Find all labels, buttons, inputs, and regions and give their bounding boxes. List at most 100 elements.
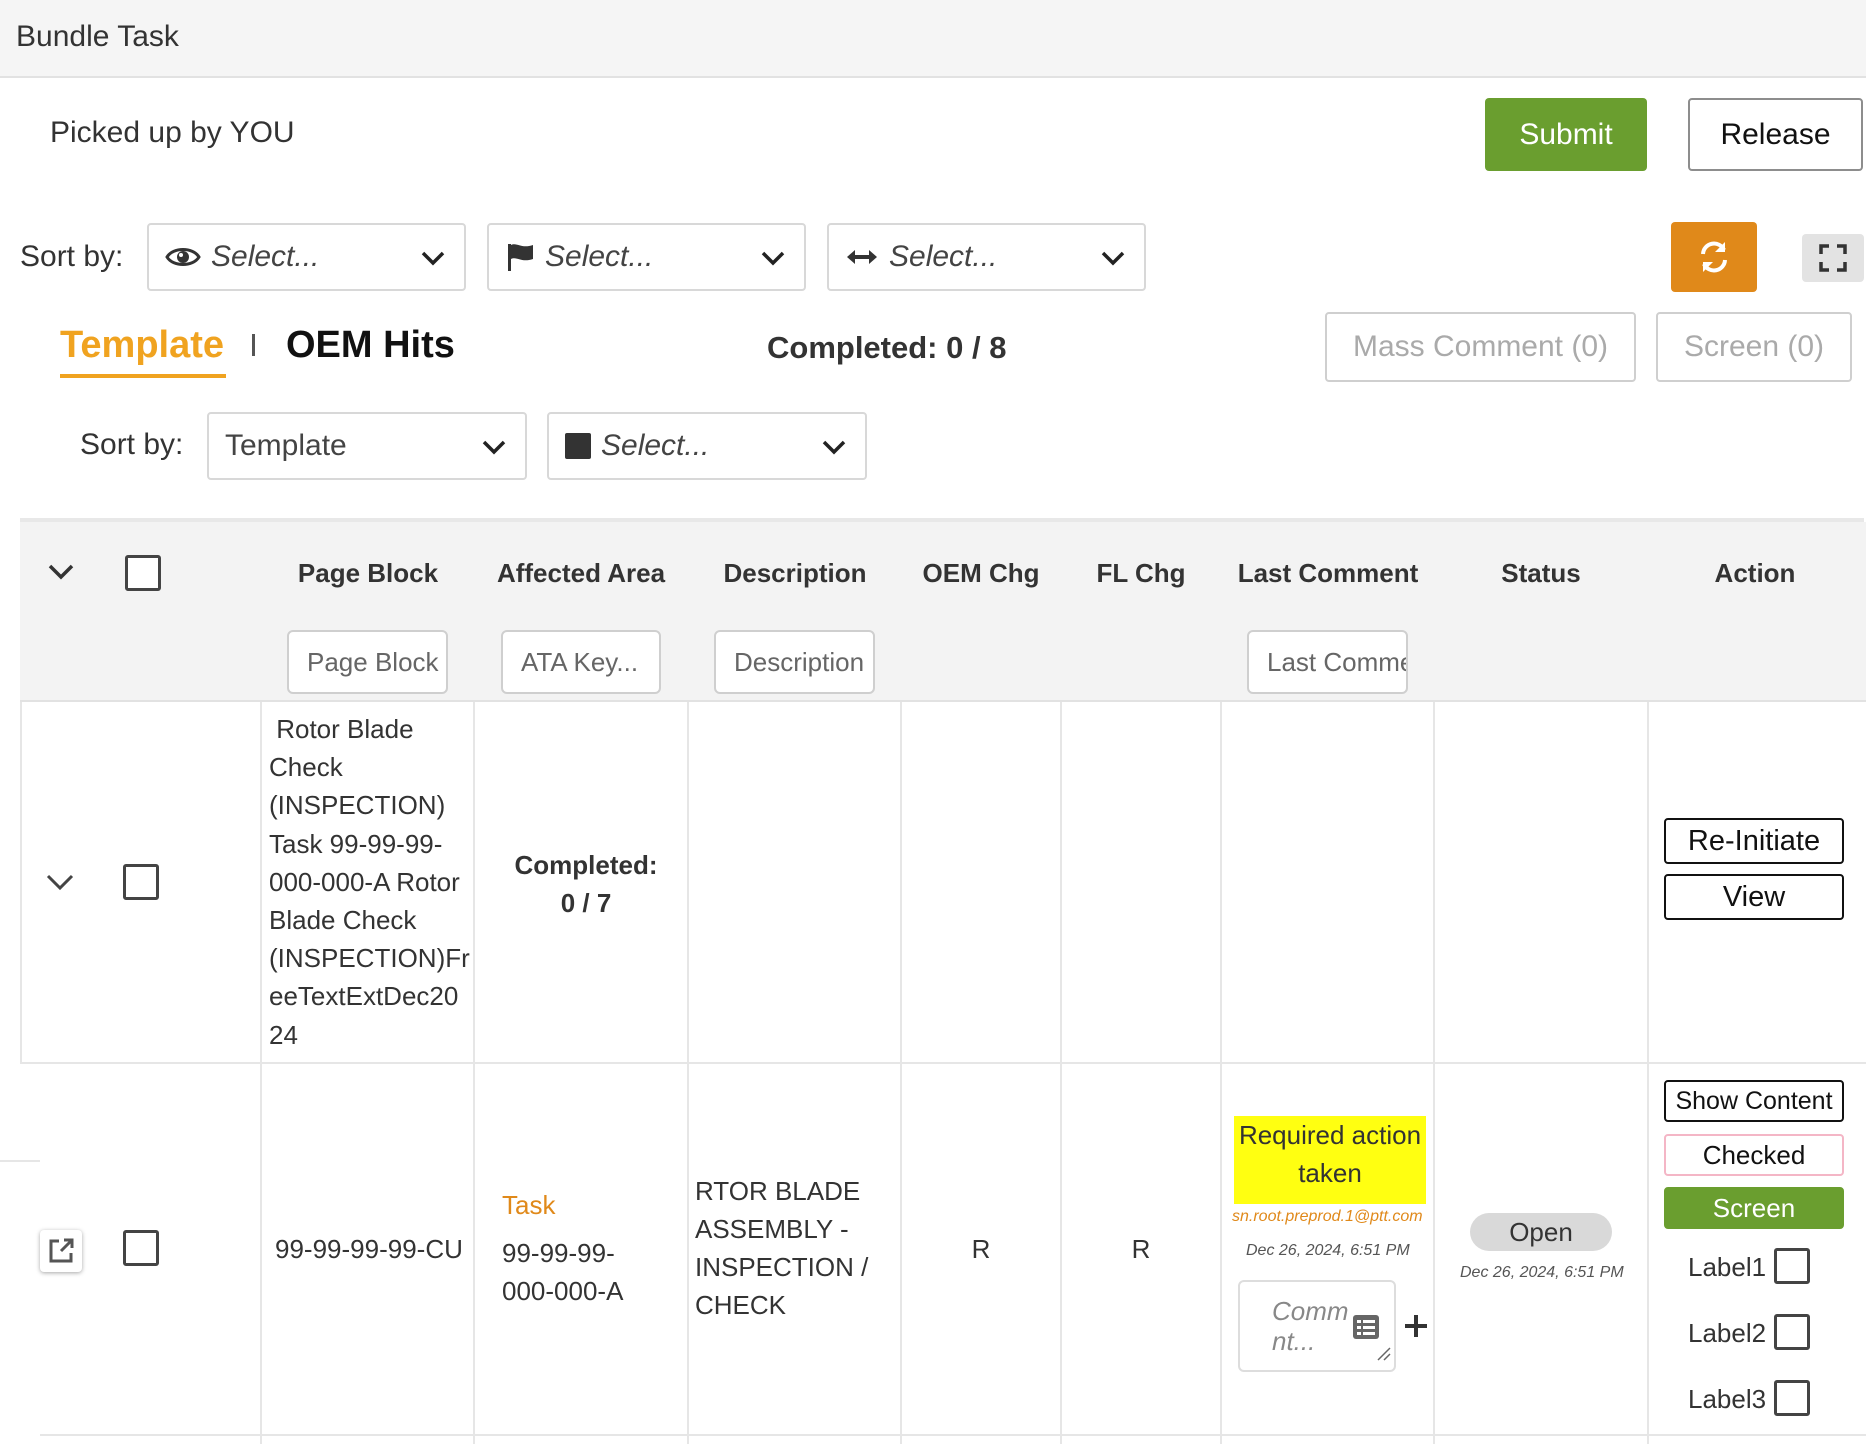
submit-button[interactable]: Submit [1485, 98, 1647, 171]
show-content-button[interactable]: Show Content [1664, 1080, 1844, 1122]
grid-line [260, 702, 262, 1444]
screen-count-button[interactable]: Screen (0) [1656, 312, 1852, 382]
sort-select-direction[interactable]: Select... [827, 223, 1146, 291]
task-oem-chg: R [971, 1234, 991, 1264]
task-row-checkbox[interactable] [123, 1230, 159, 1266]
page-block-filter-input[interactable]: Page Block [287, 630, 448, 694]
completed-count: Completed: 0 / 8 [767, 330, 1007, 365]
grid-line [1220, 702, 1222, 1444]
external-link-icon [49, 1238, 74, 1263]
refresh-icon [1701, 241, 1727, 273]
grid-line [900, 702, 902, 1444]
screen-button[interactable]: Screen [1664, 1187, 1844, 1229]
flag-icon [508, 244, 533, 271]
chevron-down-icon [482, 440, 506, 455]
view-button[interactable]: View [1664, 874, 1844, 920]
grid-line [1060, 702, 1062, 1444]
status-badge: Open [1470, 1213, 1612, 1251]
color-sort-select[interactable]: Select... [547, 412, 867, 480]
grid-line [687, 702, 689, 1444]
column-header-fl-chg[interactable]: FL Chg [1062, 558, 1220, 589]
label3-text: Label3 [1688, 1384, 1767, 1414]
column-header-last-comment[interactable]: Last Comment [1222, 558, 1434, 589]
column-header-description[interactable]: Description [688, 558, 902, 589]
task-area-code-1: 99-99-99- [502, 1238, 615, 1268]
grid-line [1433, 702, 1435, 1444]
chevron-down-icon [822, 440, 846, 455]
chevron-down-icon [761, 251, 785, 266]
sort-by-label: Sort by: [20, 240, 124, 273]
open-external-button[interactable] [40, 1230, 82, 1272]
resize-handle-icon[interactable] [1376, 1346, 1392, 1362]
task-area-code-2: 000-000-A [502, 1276, 624, 1306]
mass-comment-button[interactable]: Mass Comment (0) [1325, 312, 1636, 382]
label1-text: Label1 [1688, 1252, 1767, 1282]
sort-select-visibility[interactable]: Select... [147, 223, 466, 291]
grid-line [0, 1160, 40, 1162]
group-completed-value: 0 / 7 [560, 888, 612, 918]
task-description: RTOR BLADE ASSEMBLY - INSPECTION / CHECK [695, 1176, 869, 1320]
group-collapse-icon[interactable] [44, 870, 76, 894]
column-header-page-block[interactable]: Page Block [260, 558, 476, 589]
grid-line [20, 1062, 1866, 1064]
sort-select-flag[interactable]: Select... [487, 223, 806, 291]
select-value: Select... [211, 240, 320, 273]
release-button[interactable]: Release [1688, 98, 1863, 171]
fullscreen-button[interactable] [1802, 234, 1864, 282]
comment-author: sn.root.preprod.1@ptt.com [1232, 1208, 1423, 1225]
checked-button[interactable]: Checked [1664, 1134, 1844, 1176]
active-tab-indicator [60, 374, 226, 378]
column-header-status[interactable]: Status [1434, 558, 1648, 589]
label3-checkbox[interactable] [1774, 1380, 1810, 1416]
label2-checkbox[interactable] [1774, 1314, 1810, 1350]
last-comment-line-2: taken [1298, 1158, 1362, 1188]
add-comment-icon[interactable] [1402, 1312, 1430, 1340]
status-date: Dec 26, 2024, 6:51 PM [1460, 1264, 1624, 1281]
eye-icon [165, 248, 201, 266]
select-all-checkbox[interactable] [125, 555, 161, 591]
tab-oem-hits[interactable]: OEM Hits [286, 324, 455, 367]
group-page-block-text: Rotor Blade Check (INSPECTION) Task 99-99-9… [269, 714, 470, 1050]
label2-text: Label2 [1688, 1318, 1767, 1348]
last-comment-line-1: Required action [1238, 1120, 1422, 1150]
chevron-down-icon [1101, 251, 1125, 266]
picked-up-status: Picked up by YOU [50, 116, 295, 149]
reinitiate-button[interactable]: Re-Initiate [1664, 818, 1844, 864]
grid-line [20, 702, 22, 1064]
window-title: Bundle Task [16, 20, 179, 53]
tab-divider [252, 334, 255, 356]
tab-template[interactable]: Template [60, 324, 224, 367]
select-value: Template [225, 429, 347, 462]
color-square-icon [565, 433, 591, 459]
list-icon [1353, 1315, 1379, 1339]
comment-date: Dec 26, 2024, 6:51 PM [1246, 1242, 1410, 1259]
comment-input[interactable]: Comm nt... [1238, 1280, 1396, 1372]
grid-line [1647, 702, 1649, 1444]
group-completed-label: Completed: [514, 850, 658, 880]
last-comment-filter-input[interactable]: Last Comment [1247, 630, 1408, 694]
select-value: Select... [889, 240, 998, 273]
arrows-horizontal-icon [847, 250, 877, 264]
column-header-affected-area[interactable]: Affected Area [474, 558, 688, 589]
group-row-checkbox[interactable] [123, 864, 159, 900]
select-value: Select... [545, 240, 654, 273]
label1-checkbox[interactable] [1774, 1248, 1810, 1284]
collapse-all-icon[interactable] [46, 560, 76, 584]
last-comment-highlight: Required action taken [1234, 1116, 1426, 1204]
sort-by-label-2: Sort by: [80, 428, 184, 461]
title-bar: Bundle Task [0, 0, 1866, 78]
column-header-oem-chg[interactable]: OEM Chg [902, 558, 1060, 589]
chevron-down-icon [421, 251, 445, 266]
task-page-block: 99-99-99-99-CU [275, 1234, 463, 1264]
refresh-button[interactable] [1671, 222, 1757, 292]
expand-icon [1819, 244, 1847, 272]
description-filter-input[interactable]: Description [714, 630, 875, 694]
ata-key-filter-input[interactable]: ATA Key... [501, 630, 661, 694]
select-value: Select... [601, 429, 710, 462]
task-fl-chg: R [1131, 1234, 1151, 1264]
grid-line [40, 1434, 1866, 1436]
task-area-type-link[interactable]: Task [502, 1186, 555, 1224]
template-sort-select[interactable]: Template [207, 412, 527, 480]
column-header-action: Action [1714, 558, 1796, 588]
comment-placeholder: Comm nt... [1272, 1296, 1349, 1356]
